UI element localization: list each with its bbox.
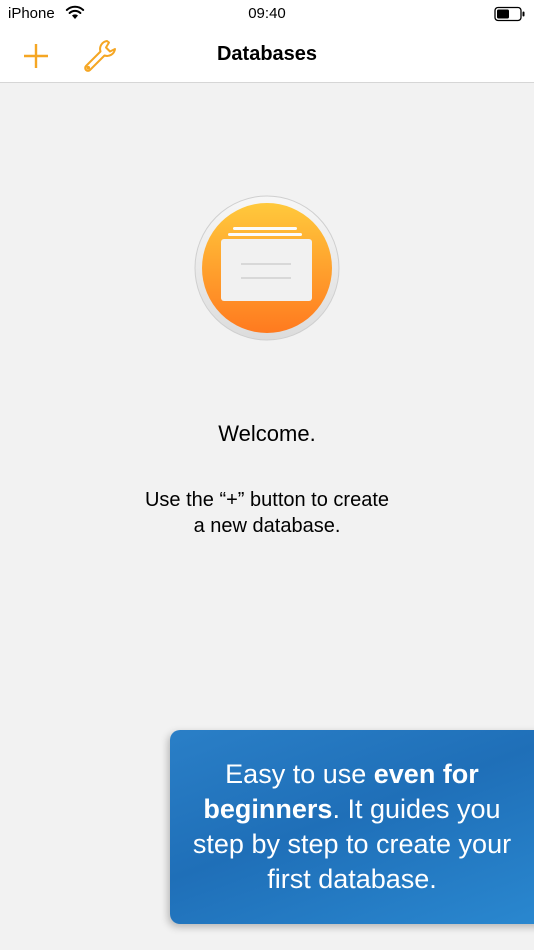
welcome-heading: Welcome. [218, 421, 316, 446]
promo-text-emphasis-2: beginners [203, 794, 333, 824]
empty-state-instructions: Use the “+” button to create a new datab… [117, 487, 417, 539]
navigation-bar: Databases [0, 28, 534, 83]
promo-banner: Easy to use even for beginners. It guide… [170, 730, 534, 924]
promo-text-emphasis-1: even for [373, 759, 479, 789]
promo-text-part-1: Easy to use [225, 759, 374, 789]
clock: 09:40 [248, 5, 286, 22]
database-stack-icon [194, 195, 340, 341]
page-title: Databases [216, 43, 318, 65]
battery-icon [494, 6, 525, 22]
instruction-line-2: a new database. [193, 515, 341, 537]
instruction-line-1: Use the “+” button to create [144, 489, 390, 511]
status-bar: iPhone 09:40 [0, 0, 534, 28]
screen: iPhone 09:40 Databases Welcome. Use the … [0, 0, 534, 950]
promo-text: Easy to use even for beginners. It guide… [184, 757, 520, 897]
